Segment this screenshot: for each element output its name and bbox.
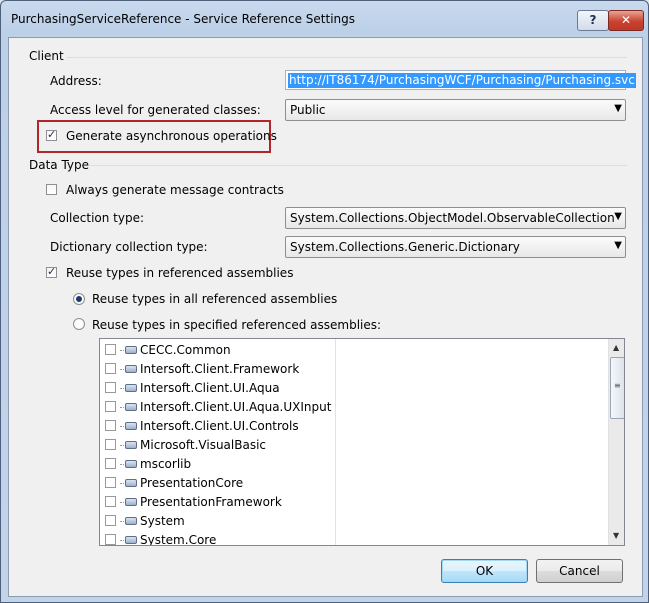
collection-type-value: System.Collections.ObjectModel.Observabl… (290, 211, 615, 225)
scroll-up-icon[interactable]: ▲ (613, 343, 619, 352)
reuse-all-radio[interactable] (73, 293, 85, 305)
assembly-label: Microsoft.VisualBasic (140, 438, 267, 452)
scroll-down-icon[interactable]: ▼ (613, 531, 619, 540)
assembly-row[interactable]: Intersoft.Client.UI.Aqua.UXInput (105, 398, 335, 417)
chevron-down-icon: ▼ (614, 103, 622, 114)
assembly-checkbox[interactable] (105, 439, 116, 450)
chevron-down-icon: ▼ (614, 240, 622, 251)
assembly-checkbox[interactable] (105, 458, 116, 469)
assembly-icon (125, 460, 137, 468)
assembly-checkbox[interactable] (105, 477, 116, 488)
assembly-row[interactable]: mscorlib (105, 455, 335, 474)
vertical-scrollbar[interactable]: ▲ ≡ ▼ (608, 339, 624, 545)
client-group-label: Client (29, 49, 64, 63)
assembly-label: mscorlib (140, 457, 192, 471)
checkmark-icon: ✓ (47, 265, 57, 278)
reuse-all-label: Reuse types in all referenced assemblies (92, 292, 338, 306)
assembly-checkbox[interactable] (105, 534, 116, 545)
assembly-icon (125, 517, 137, 525)
always-generate-checkbox[interactable] (46, 184, 57, 195)
reuse-specified-radio[interactable] (73, 318, 85, 330)
reuse-types-checkbox[interactable]: ✓ (46, 265, 57, 278)
assembly-icon (125, 498, 137, 506)
ok-button[interactable]: OK (441, 559, 528, 583)
address-input[interactable]: http://IT86174/PurchasingWCF/Purchasing/… (285, 70, 636, 90)
collection-type-select[interactable]: System.Collections.ObjectModel.Observabl… (285, 207, 626, 229)
assembly-checkbox[interactable] (105, 344, 116, 355)
assemblies-list[interactable]: CECC.Common Intersoft.Client.Framework Int… (99, 338, 625, 546)
assembly-label: Intersoft.Client.UI.Aqua.UXInput (140, 400, 332, 414)
access-level-label: Access level for generated classes: (50, 103, 261, 117)
radio-dot (76, 296, 82, 302)
assembly-label: Intersoft.Client.Framework (140, 362, 300, 376)
reuse-specified-label: Reuse types in specified referenced asse… (92, 318, 382, 332)
assembly-icon (125, 346, 137, 354)
assembly-row[interactable]: PresentationFramework (105, 493, 335, 512)
cancel-button[interactable]: Cancel (536, 559, 623, 583)
assembly-checkbox[interactable] (105, 363, 116, 374)
grip-icon: ≡ (614, 381, 621, 390)
assembly-label: Intersoft.Client.UI.Aqua (140, 381, 280, 395)
collection-type-label: Collection type: (50, 211, 145, 225)
assembly-icon (125, 479, 137, 487)
window-title: PurchasingServiceReference - Service Ref… (11, 12, 356, 26)
dialog-window: PurchasingServiceReference - Service Ref… (0, 0, 649, 603)
assembly-checkbox[interactable] (105, 401, 116, 412)
assembly-row[interactable]: System.Core (105, 531, 335, 546)
data-type-group-divider (89, 165, 627, 166)
assembly-label: CECC.Common (140, 343, 231, 357)
assembly-row[interactable]: CECC.Common (105, 341, 335, 360)
address-value: http://IT86174/PurchasingWCF/Purchasing/… (288, 73, 636, 88)
assembly-label: PresentationFramework (140, 495, 282, 509)
assembly-icon (125, 422, 137, 430)
close-button[interactable]: ✕ (608, 10, 644, 31)
data-type-group-label: Data Type (29, 158, 90, 172)
assembly-checkbox[interactable] (105, 382, 116, 393)
list-column-divider (335, 339, 336, 545)
reuse-types-label: Reuse types in referenced assemblies (66, 266, 294, 280)
assembly-row[interactable]: Intersoft.Client.UI.Aqua (105, 379, 335, 398)
assembly-row[interactable]: System (105, 512, 335, 531)
checkmark-icon: ✓ (47, 128, 57, 141)
always-generate-label: Always generate message contracts (66, 183, 284, 197)
access-level-value: Public (290, 103, 326, 117)
help-button[interactable]: ? (577, 10, 609, 31)
assembly-icon (125, 536, 137, 544)
assembly-label: PresentationCore (140, 476, 244, 490)
chevron-down-icon: ▼ (614, 211, 622, 222)
dialog-body: Client Address: http://IT86174/Purchasin… (8, 37, 643, 597)
assembly-row[interactable]: Intersoft.Client.Framework (105, 360, 335, 379)
assembly-row[interactable]: Intersoft.Client.UI.Controls (105, 417, 335, 436)
scrollbar-thumb[interactable]: ≡ (610, 357, 624, 419)
generate-async-checkbox[interactable]: ✓ (46, 128, 57, 141)
assembly-checkbox[interactable] (105, 515, 116, 526)
assembly-row[interactable]: PresentationCore (105, 474, 335, 493)
assembly-icon (125, 441, 137, 449)
address-label: Address: (50, 74, 102, 88)
assembly-icon (125, 365, 137, 373)
assembly-label: System (140, 514, 185, 528)
assembly-label: Intersoft.Client.UI.Controls (140, 419, 299, 433)
assembly-icon (125, 403, 137, 411)
dictionary-type-label: Dictionary collection type: (50, 240, 208, 254)
dictionary-type-value: System.Collections.Generic.Dictionary (290, 240, 520, 254)
access-level-select[interactable]: Public ▼ (285, 99, 626, 121)
assembly-row[interactable]: Microsoft.VisualBasic (105, 436, 335, 455)
dictionary-type-select[interactable]: System.Collections.Generic.Dictionary ▼ (285, 236, 626, 258)
assembly-icon (125, 384, 137, 392)
generate-async-label: Generate asynchronous operations (66, 129, 277, 143)
assembly-checkbox[interactable] (105, 420, 116, 431)
assembly-label: System.Core (140, 533, 217, 546)
assembly-checkbox[interactable] (105, 496, 116, 507)
title-bar[interactable]: PurchasingServiceReference - Service Ref… (1, 1, 648, 37)
client-group-divider (67, 57, 627, 58)
